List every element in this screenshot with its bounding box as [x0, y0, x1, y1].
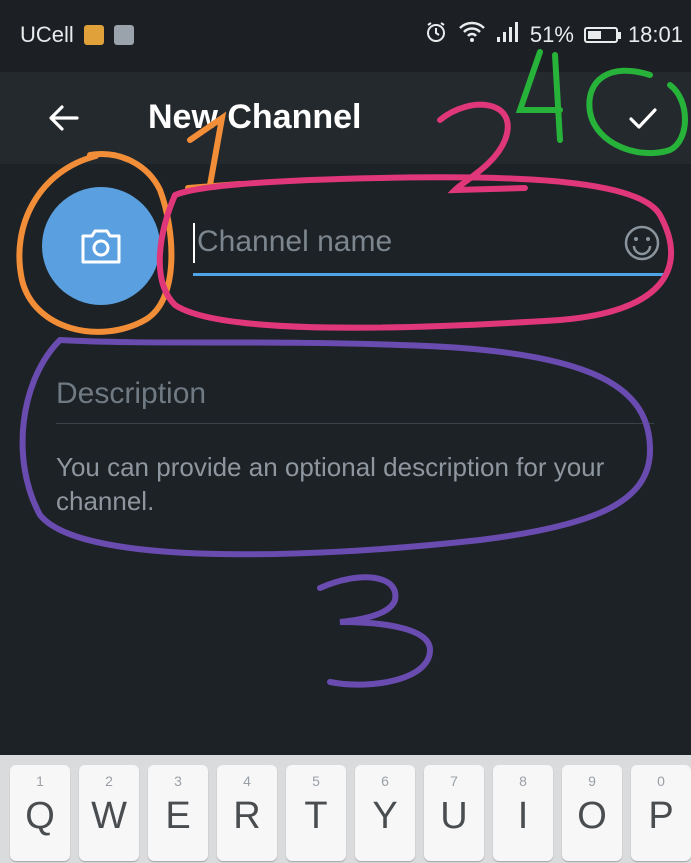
emoji-button[interactable] [621, 222, 663, 264]
battery-percent: 51% [529, 22, 574, 47]
key-letter: E [165, 795, 191, 837]
checkmark-icon [629, 108, 657, 129]
back-button[interactable] [38, 92, 90, 144]
alarm-icon [424, 20, 448, 50]
description-underline [56, 423, 654, 424]
key-number-hint: 7 [450, 773, 458, 789]
key-letter: R [233, 795, 261, 837]
key-t[interactable]: 5T [286, 765, 346, 861]
description-input[interactable] [56, 368, 654, 420]
key-letter: P [648, 795, 674, 837]
status-left: UCell [20, 22, 134, 48]
battery-icon [583, 27, 621, 43]
status-right: 51% 18:01 [424, 20, 683, 50]
key-number-hint: 0 [657, 773, 665, 789]
key-q[interactable]: 1Q [10, 765, 70, 861]
key-i[interactable]: 8I [493, 765, 553, 861]
smiley-icon [624, 225, 660, 261]
key-letter: Q [25, 795, 55, 837]
key-number-hint: 3 [174, 773, 182, 789]
done-button[interactable] [617, 92, 669, 144]
channel-photo-button[interactable] [42, 187, 160, 305]
channel-name-field [193, 214, 665, 276]
status-bar: UCell 51% 18:01 [0, 0, 691, 72]
page-title: New Channel [148, 98, 362, 136]
soft-keyboard: 1Q2W3E4R5T6Y7U8I9O0P [0, 755, 691, 863]
channel-name-underline [193, 273, 665, 276]
key-number-hint: 5 [312, 773, 320, 789]
key-letter: U [440, 795, 468, 837]
key-number-hint: 2 [105, 773, 113, 789]
battery-level [587, 31, 602, 39]
key-w[interactable]: 2W [79, 765, 139, 861]
key-number-hint: 1 [36, 773, 44, 789]
key-number-hint: 6 [381, 773, 389, 789]
key-letter: I [517, 795, 529, 837]
arrow-left-icon [49, 105, 79, 131]
key-o[interactable]: 9O [562, 765, 622, 861]
key-letter: W [91, 795, 127, 837]
key-letter: Y [372, 795, 398, 837]
app-bar: New Channel [0, 72, 691, 164]
key-number-hint: 9 [588, 773, 596, 789]
signal-icon [496, 20, 520, 50]
key-letter: T [304, 795, 328, 837]
keyboard-notification-icon [83, 25, 104, 45]
key-number-hint: 8 [519, 773, 527, 789]
clock: 18:01 [627, 22, 683, 47]
wifi-icon [458, 20, 486, 50]
key-letter: O [577, 795, 607, 837]
key-number-hint: 4 [243, 773, 251, 789]
image-notification-icon [113, 25, 134, 45]
camera-icon [81, 229, 121, 264]
key-e[interactable]: 3E [148, 765, 208, 861]
key-p[interactable]: 0P [631, 765, 691, 861]
channel-name-input[interactable] [193, 214, 617, 270]
description-hint: You can provide an optional description … [56, 452, 605, 516]
description-field [56, 368, 654, 424]
key-u[interactable]: 7U [424, 765, 484, 861]
carrier-name: UCell [20, 22, 74, 47]
key-y[interactable]: 6Y [355, 765, 415, 861]
key-r[interactable]: 4R [217, 765, 277, 861]
